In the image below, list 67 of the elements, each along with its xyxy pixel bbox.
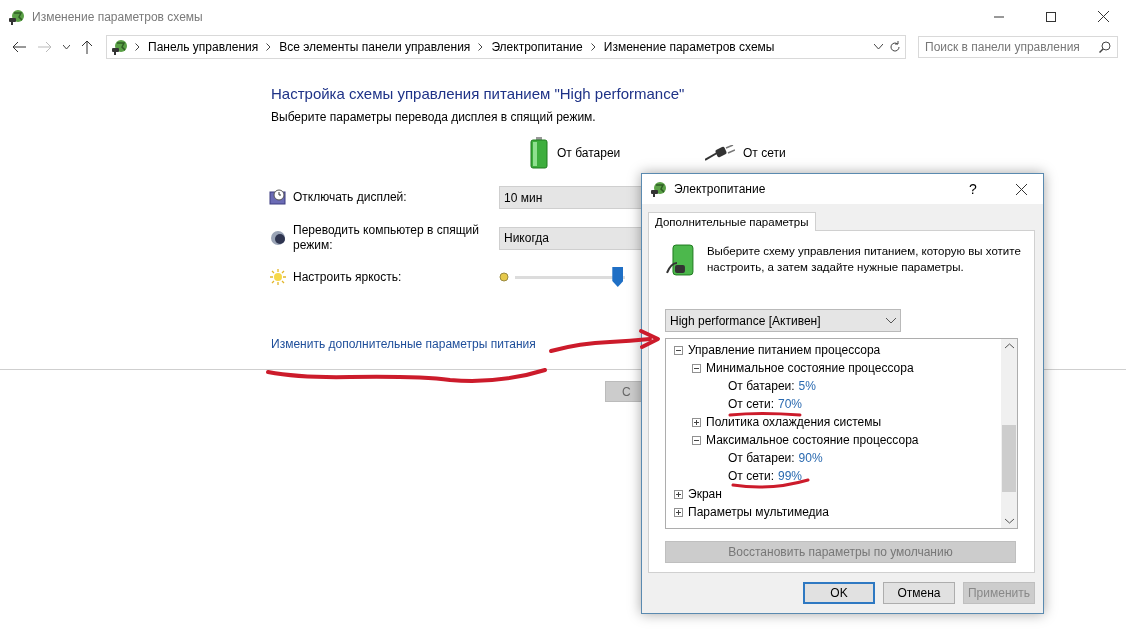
setting-value-link[interactable]: 90% bbox=[798, 451, 823, 465]
page-heading: Настройка схемы управления питанием "High performance" bbox=[271, 85, 686, 102]
tab[interactable]: Дополнительные параметры bbox=[648, 212, 816, 231]
setting-label: От сети: bbox=[728, 469, 774, 483]
scroll-down-icon[interactable] bbox=[1004, 518, 1014, 524]
power-plug-icon bbox=[650, 180, 668, 198]
search-icon[interactable] bbox=[1099, 41, 1111, 53]
breadcrumb[interactable]: Электропитание bbox=[489, 40, 585, 54]
maximize-icon[interactable] bbox=[1046, 11, 1056, 22]
column-heading: От сети bbox=[743, 146, 786, 160]
setting-label: Настроить яркость: bbox=[293, 269, 403, 285]
arrow-left-icon[interactable] bbox=[12, 41, 26, 53]
scroll-up-icon[interactable] bbox=[1004, 343, 1014, 349]
refresh-icon[interactable] bbox=[889, 41, 901, 53]
help-button[interactable]: ? bbox=[953, 181, 993, 197]
dialog-button[interactable]: OK bbox=[803, 582, 875, 604]
search-field[interactable]: Поиск в панели управления bbox=[918, 36, 1118, 58]
slider-thumb[interactable] bbox=[612, 267, 624, 287]
chevron-right-icon bbox=[266, 43, 272, 51]
plan-dropdown[interactable]: High performance [Активен] bbox=[665, 309, 901, 332]
chevron-right-icon bbox=[135, 43, 140, 51]
chevron-down-icon[interactable] bbox=[62, 44, 70, 50]
intro-text: Выберите схему управления питанием, которую вы хотите настроить, а затем задайте нужные параметры. bbox=[706, 244, 1022, 275]
close-icon[interactable] bbox=[1097, 11, 1109, 22]
tree-item[interactable]: Управление питанием процессора bbox=[674, 341, 881, 359]
chevron-down-icon[interactable] bbox=[886, 317, 896, 324]
tree-item[interactable]: Минимальное состояние процессора bbox=[692, 359, 914, 377]
sun-icon bbox=[269, 268, 287, 286]
setting-label: От батареи: bbox=[728, 451, 795, 465]
tree-item[interactable]: Политика охлаждения системы bbox=[692, 413, 882, 431]
setting-label: Переводить компьютер в спящий режим: bbox=[293, 223, 480, 253]
setting-label: Отключать дисплей: bbox=[293, 190, 408, 205]
tree-item[interactable]: Максимальное состояние процессора bbox=[692, 431, 919, 449]
tree-item[interactable]: Параметры мультимедиа bbox=[674, 503, 829, 521]
dim-sun-icon bbox=[499, 272, 509, 282]
plug-icon bbox=[705, 145, 735, 161]
chevron-right-icon bbox=[590, 43, 596, 51]
battery-icon bbox=[529, 137, 549, 169]
advanced-settings-link[interactable]: Изменить дополнительные параметры питания bbox=[271, 337, 536, 351]
moon-icon bbox=[269, 229, 287, 247]
dialog-title: Электропитание bbox=[674, 182, 767, 196]
setting-label: От батареи: bbox=[728, 379, 795, 393]
breadcrumb[interactable]: Все элементы панели управления bbox=[277, 40, 473, 54]
instruction-text: Выберите параметры перевода дисплея в спящий режим. bbox=[271, 110, 597, 124]
plus-box-icon[interactable] bbox=[692, 417, 701, 427]
plus-box-icon[interactable] bbox=[674, 489, 683, 499]
breadcrumb[interactable]: Изменение параметров схемы bbox=[601, 40, 777, 54]
window-title: Изменение параметров схемы bbox=[32, 9, 204, 24]
setting-value-link[interactable]: 5% bbox=[798, 379, 816, 393]
chevron-right-icon bbox=[478, 43, 484, 51]
clock-monitor-icon bbox=[269, 188, 287, 207]
chevron-down-icon[interactable] bbox=[874, 44, 883, 50]
close-icon[interactable] bbox=[1015, 183, 1027, 195]
minus-box-icon[interactable] bbox=[674, 345, 683, 355]
setting-label: От сети: bbox=[728, 397, 774, 411]
minus-box-icon[interactable] bbox=[692, 363, 701, 373]
plus-box-icon[interactable] bbox=[674, 507, 683, 517]
setting-value-link[interactable]: 70% bbox=[778, 397, 802, 411]
arrow-up-icon[interactable] bbox=[81, 40, 93, 54]
power-plug-icon bbox=[8, 7, 26, 26]
dialog-button[interactable]: Отмена bbox=[883, 582, 955, 604]
setting-value-link[interactable]: 99% bbox=[778, 469, 802, 483]
column-heading: От батареи bbox=[557, 146, 621, 160]
tree-item[interactable]: Экран bbox=[674, 485, 722, 503]
minus-box-icon[interactable] bbox=[692, 435, 701, 445]
breadcrumb[interactable]: Панель управления bbox=[146, 40, 261, 54]
scrollbar[interactable] bbox=[1001, 339, 1017, 528]
